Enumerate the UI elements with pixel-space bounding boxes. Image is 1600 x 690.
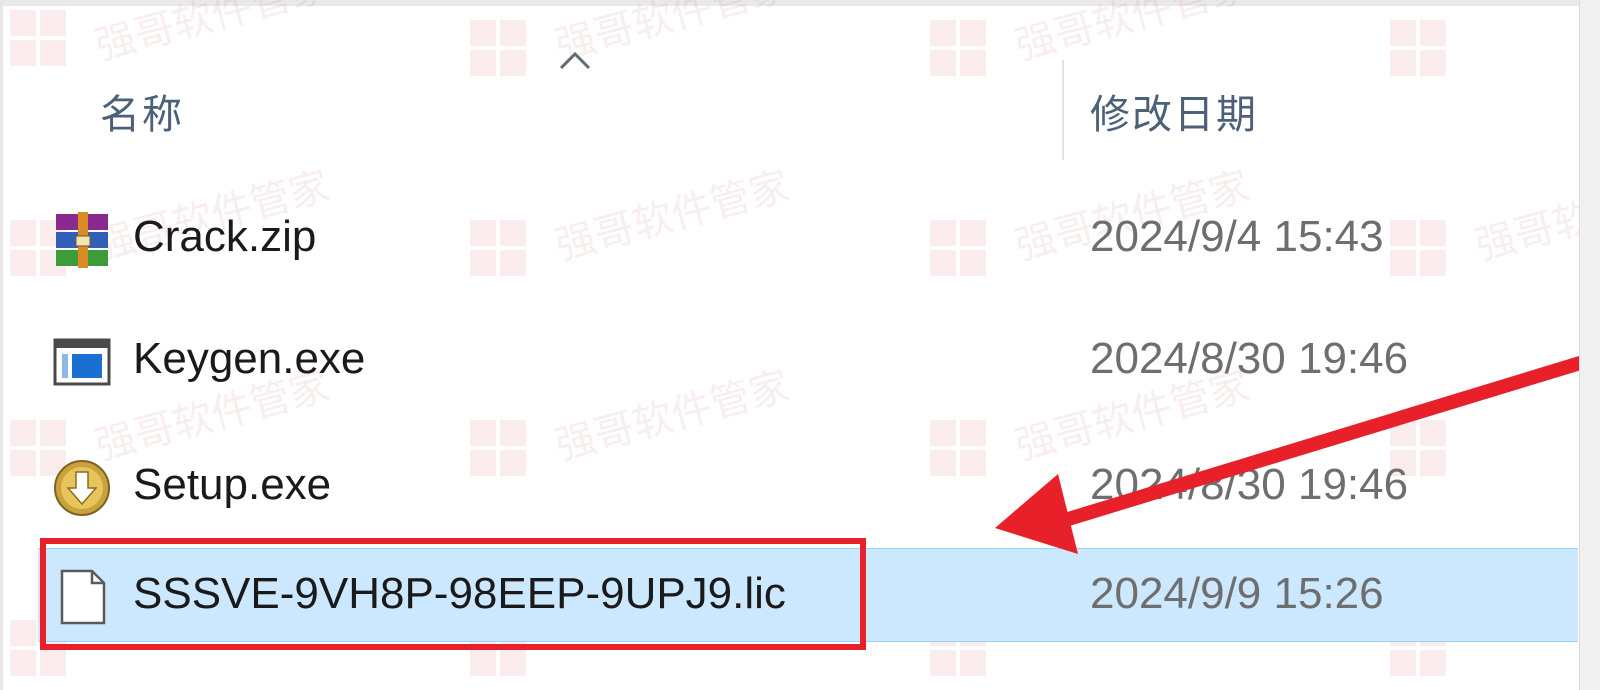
setup-installer-icon [54,460,110,516]
red-highlight-box [40,538,866,650]
watermark-text: 强哥软件管家 [1011,0,1255,70]
file-date: 2024/9/9 15:26 [1090,569,1384,618]
file-name: Crack.zip [133,212,317,261]
window-left-edge [0,0,3,690]
column-header-name[interactable]: 名称 [100,82,184,140]
file-date: 2024/8/30 19:46 [1090,334,1409,383]
file-name: Keygen.exe [133,334,366,383]
winrar-archive-icon [56,212,108,268]
file-row-keygen-exe[interactable]: Keygen.exe 2024/8/30 19:46 [38,314,1578,406]
file-row-crack-zip[interactable]: Crack.zip 2024/9/4 15:43 [38,192,1578,284]
file-date: 2024/9/4 15:43 [1090,212,1384,261]
file-row-setup-exe[interactable]: Setup.exe 2024/8/30 19:46 [38,440,1578,532]
sort-ascending-icon [559,51,591,70]
file-explorer-list: 强哥软件管家 强哥软件管家 强哥软件管家 强哥软件管家 强哥软件管家 强哥软件管… [0,0,1600,690]
scrollbar-track[interactable] [1579,0,1600,690]
file-name: Setup.exe [133,460,332,509]
column-divider[interactable] [1062,60,1064,160]
column-header-date-modified[interactable]: 修改日期 [1090,82,1258,140]
file-date: 2024/8/30 19:46 [1090,460,1409,509]
window-top-edge [0,0,1600,6]
application-window-icon [53,338,111,386]
watermark-text: 强哥软件管家 [91,0,335,70]
